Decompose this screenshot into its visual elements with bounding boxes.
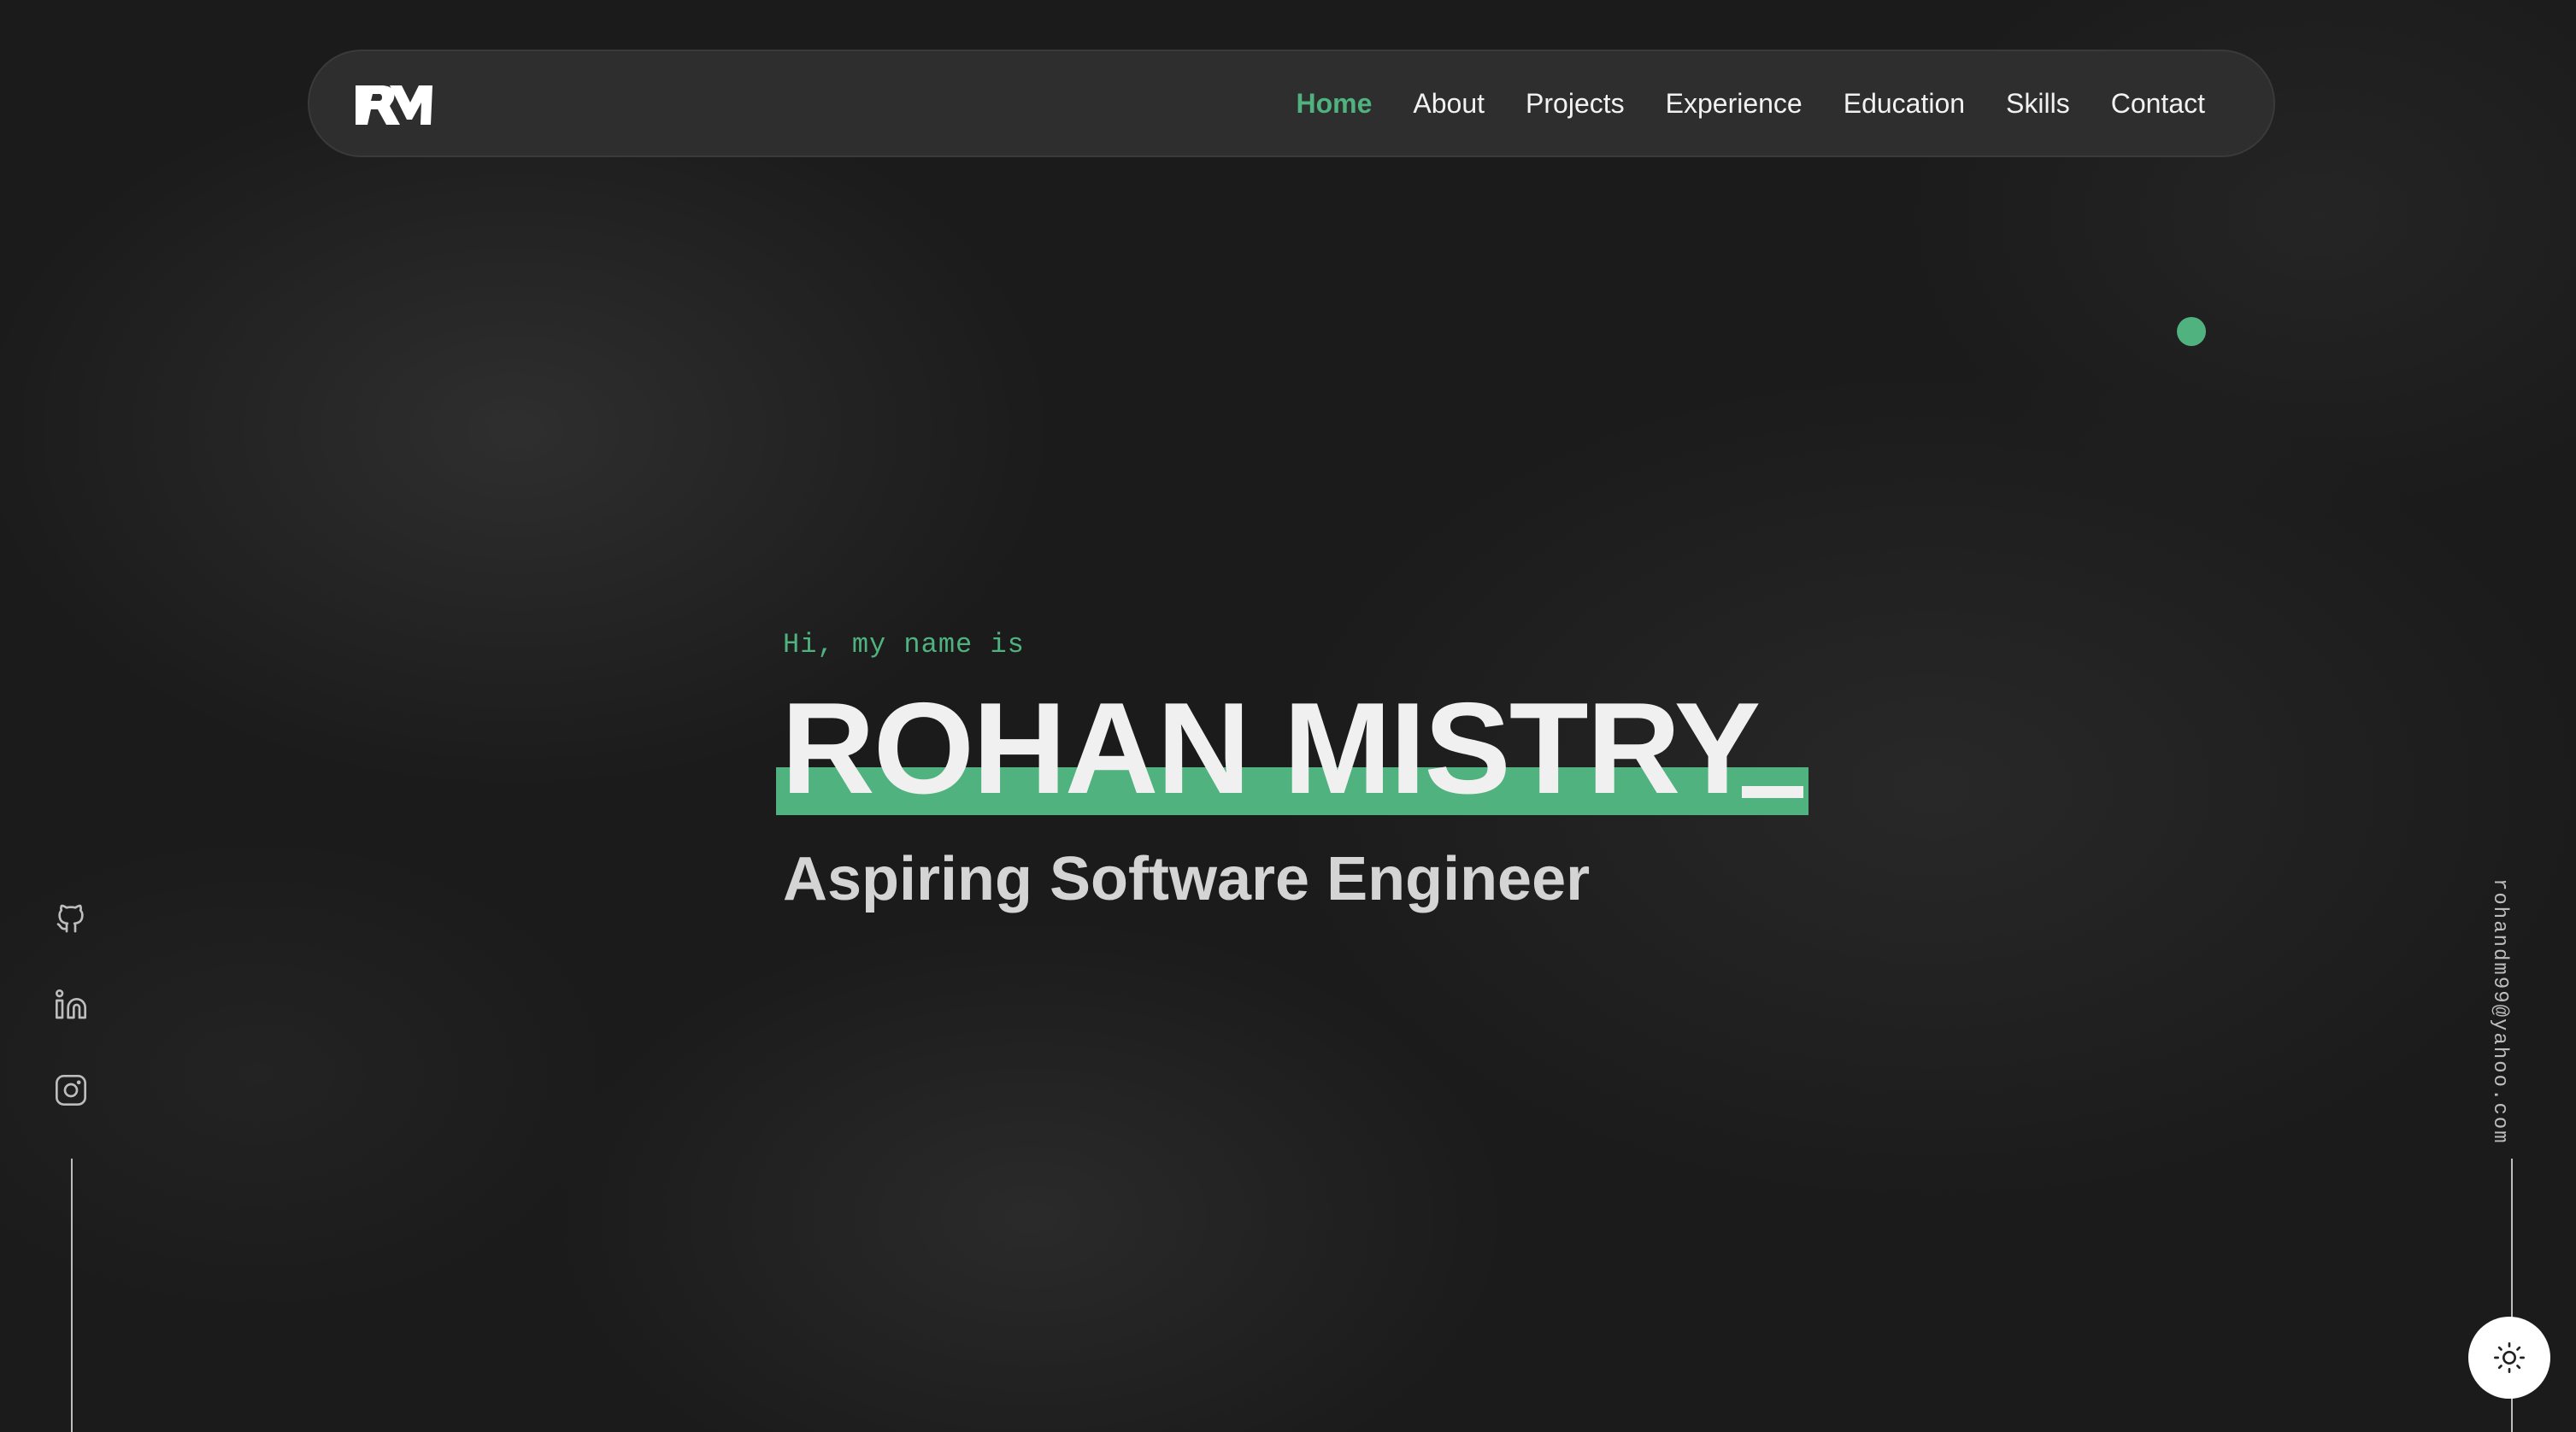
nav-links: Home About Projects Experience Education… <box>1256 51 2206 156</box>
nav-skills[interactable]: Skills <box>2006 88 2070 120</box>
hero-name: ROHAN MISTRY <box>781 676 1761 821</box>
hero-subtitle: Aspiring Software Engineer <box>783 845 1591 913</box>
email-link[interactable]: rohandm99@yahoo.com <box>2488 878 2511 1145</box>
instagram-icon[interactable] <box>53 1072 89 1108</box>
theme-toggle-button[interactable] <box>2468 1317 2550 1399</box>
hero-name-block: ROHAN MISTRY <box>776 680 1810 817</box>
nav-home[interactable]: Home <box>1297 88 1373 120</box>
github-icon[interactable] <box>53 901 89 936</box>
nav-about[interactable]: About <box>1413 88 1485 120</box>
nav-projects[interactable]: Projects <box>1526 88 1625 120</box>
sun-icon <box>2492 1341 2526 1375</box>
nav-experience[interactable]: Experience <box>1666 88 1803 120</box>
rm-logo-icon[interactable] <box>356 80 434 130</box>
nav-education[interactable]: Education <box>1844 88 1965 120</box>
left-rail-line <box>71 1159 73 1432</box>
navbar: Home About Projects Experience Education… <box>308 50 2275 157</box>
typing-cursor <box>1742 786 1803 798</box>
hero-greeting: Hi, my name is <box>783 629 1025 660</box>
accent-dot <box>2177 317 2206 346</box>
linkedin-icon[interactable] <box>53 987 89 1023</box>
nav-contact[interactable]: Contact <box>2111 88 2205 120</box>
